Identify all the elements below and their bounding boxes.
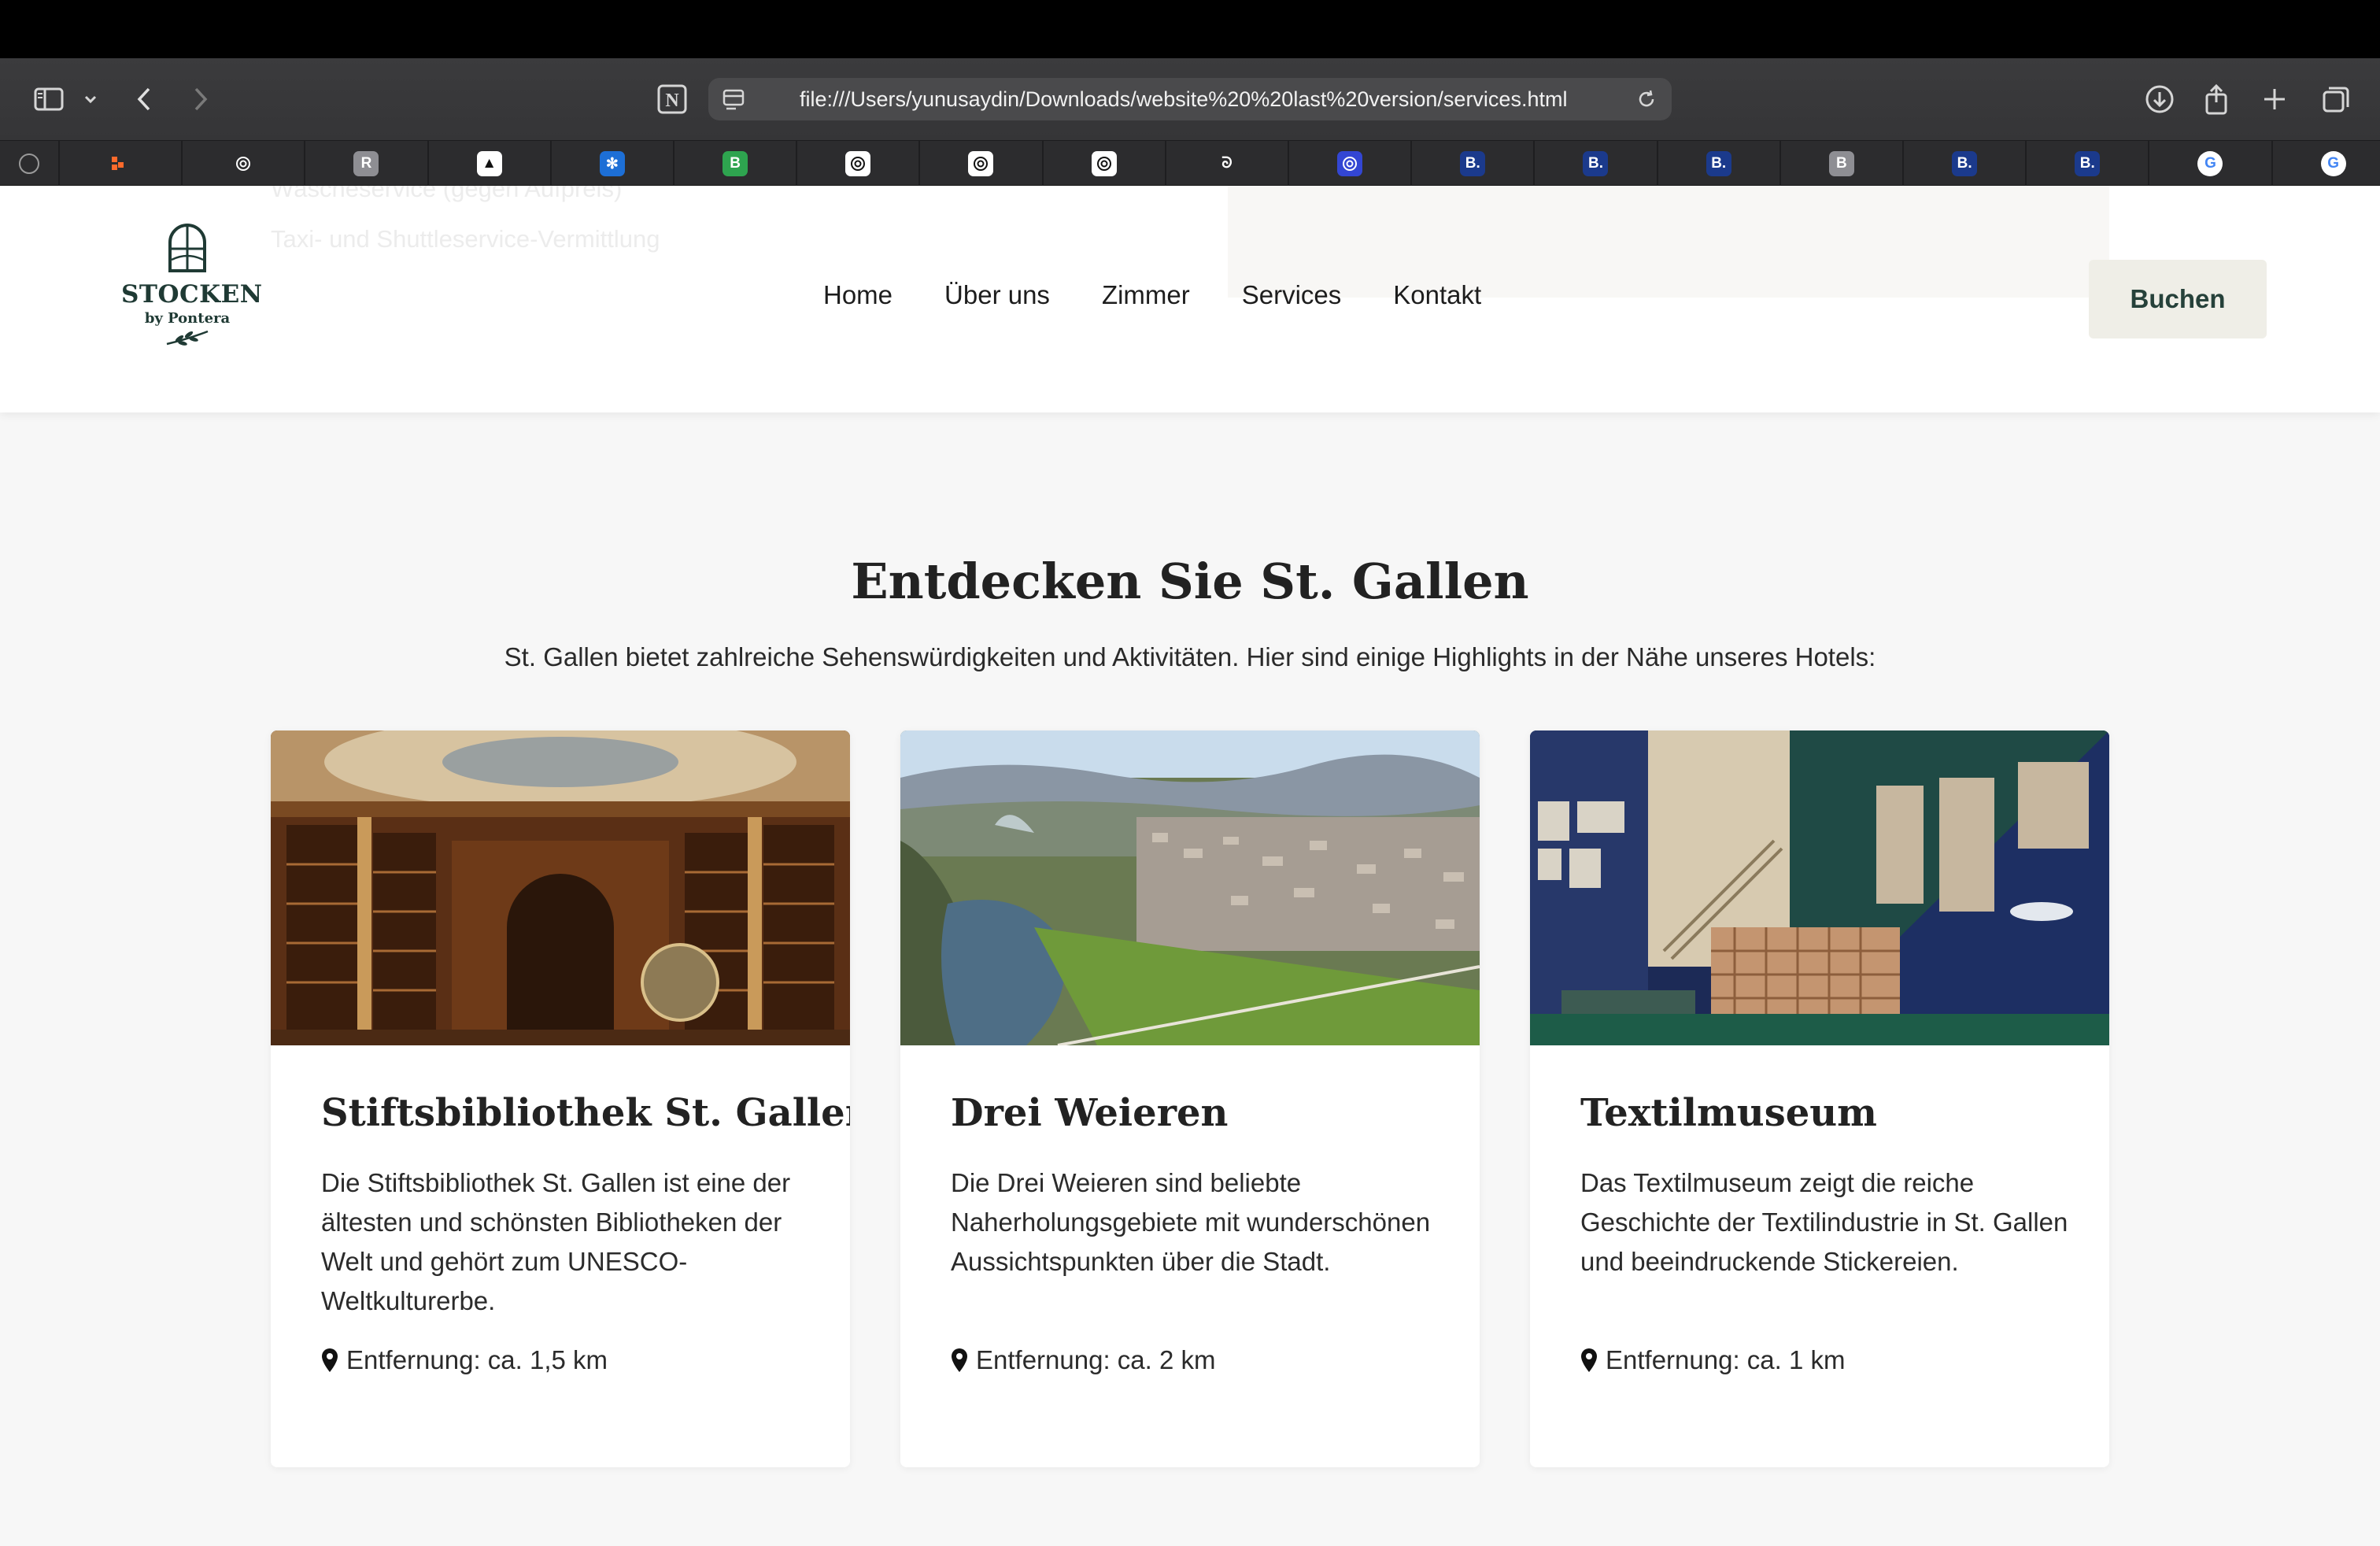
map-pin-icon	[322, 1348, 338, 1372]
background-list-item: Wäscheservice (gegen Aufpreis)	[271, 186, 623, 202]
new-tab-icon[interactable]	[2257, 80, 2292, 118]
window-logo-icon	[168, 224, 206, 272]
main-nav: Home Über uns Zimmer Services Kontakt	[823, 276, 1481, 315]
triangle-icon: ▲	[476, 151, 502, 176]
browser-tab[interactable]: ᘐ	[1164, 141, 1288, 187]
map-pin-icon	[952, 1348, 967, 1372]
r-letter-icon: R	[353, 151, 379, 176]
b-green-icon: B	[722, 151, 748, 176]
background-list-item: Taxi- und Shuttleservice-Vermittlung	[271, 225, 660, 253]
map-pin-icon	[1581, 1348, 1597, 1372]
tab-overview-icon[interactable]	[2317, 80, 2355, 118]
b-grey-icon: B	[1828, 151, 1854, 176]
distance-text: Entfernung: ca. 1,5 km	[346, 1345, 608, 1374]
booking-icon: B.	[2075, 151, 2101, 176]
web-page: Wäscheservice (gegen Aufpreis) Taxi- und…	[0, 186, 2380, 1546]
booking-icon: B.	[1952, 151, 1978, 176]
card-description: Die Drei Weieren sind beliebte Naherholu…	[951, 1168, 1431, 1276]
browser-tab[interactable]: R	[304, 141, 427, 187]
card-distance: Entfernung: ca. 2 km	[951, 1343, 1216, 1378]
browser-tab[interactable]: B	[673, 141, 796, 187]
browser-tab[interactable]: ▲	[427, 141, 550, 187]
back-arrow-icon[interactable]	[132, 80, 156, 118]
browser-tab[interactable]: B.	[2025, 141, 2148, 187]
svg-text:N: N	[665, 91, 679, 111]
card-title: Stiftsbibliothek St. Gallen	[321, 1091, 850, 1135]
chevron-down-icon[interactable]	[80, 80, 101, 118]
browser-tab[interactable]: ✻	[549, 141, 673, 187]
openai-icon	[1091, 151, 1117, 176]
browser-tab[interactable]	[1041, 141, 1165, 187]
nav-zimmer[interactable]: Zimmer	[1102, 276, 1190, 315]
openai-blue-icon	[1337, 151, 1363, 176]
booking-icon: B.	[1460, 151, 1486, 176]
page-menu-icon[interactable]	[718, 80, 749, 118]
browser-tab[interactable]: B.	[1656, 141, 1779, 187]
openai-icon	[968, 151, 994, 176]
browser-toolbar: N file:///Users/yunusaydin/Downloads/web…	[0, 58, 2380, 140]
card-title: Textilmuseum	[1580, 1091, 1877, 1135]
browser-tab[interactable]	[918, 141, 1041, 187]
orange-dots-icon	[108, 151, 134, 176]
browser-tab[interactable]	[181, 141, 304, 187]
compass-icon	[19, 153, 39, 174]
browser-tab[interactable]: B	[1779, 141, 1902, 187]
browser-tab[interactable]	[58, 141, 181, 187]
section-title: Entdecken Sie St. Gallen	[851, 553, 1529, 610]
browser-tab[interactable]: B.	[1533, 141, 1656, 187]
book-button[interactable]: Buchen	[2089, 260, 2267, 338]
download-icon[interactable]	[2141, 80, 2179, 118]
aerial-city-photo	[900, 730, 1480, 1045]
nav-services[interactable]: Services	[1242, 276, 1342, 315]
google-icon: G	[2197, 151, 2223, 176]
address-bar[interactable]: file:///Users/yunusaydin/Downloads/websi…	[708, 78, 1672, 120]
booking-icon: B.	[1706, 151, 1731, 176]
card-description: Das Textilmuseum zeigt die reiche Geschi…	[1580, 1168, 2068, 1276]
swirl-icon: ᘐ	[1214, 151, 1240, 176]
distance-text: Entfernung: ca. 2 km	[976, 1345, 1216, 1374]
card-distance: Entfernung: ca. 1 km	[1580, 1343, 1846, 1378]
browser-tab[interactable]: B.	[1902, 141, 2025, 187]
attraction-card: Drei Weieren Die Drei Weieren sind belie…	[900, 730, 1480, 1467]
logo-subtitle: by Pontera	[144, 310, 231, 327]
browser-tab[interactable]	[796, 141, 918, 187]
butterfly-icon: ✻	[599, 151, 625, 176]
nav-kontakt[interactable]: Kontakt	[1393, 276, 1481, 315]
url-text[interactable]: file:///Users/yunusaydin/Downloads/websi…	[800, 78, 1567, 120]
openai-icon	[845, 151, 871, 176]
attraction-card: Textilmuseum Das Textilmuseum zeigt die …	[1530, 730, 2109, 1467]
card-distance: Entfernung: ca. 1,5 km	[321, 1343, 608, 1378]
browser-tab[interactable]: B.	[1410, 141, 1533, 187]
card-description: Die Stiftsbibliothek St. Gallen ist eine…	[321, 1168, 791, 1315]
museum-photo	[1530, 730, 2109, 1045]
attraction-card: Stiftsbibliothek St. Gallen Die Stiftsbi…	[271, 730, 850, 1467]
google-icon: G	[2320, 151, 2346, 176]
browser-tab[interactable]: G	[2148, 141, 2271, 187]
distance-text: Entfernung: ca. 1 km	[1606, 1345, 1846, 1374]
nav-home[interactable]: Home	[823, 276, 893, 315]
openai-icon	[231, 151, 257, 176]
site-header: Wäscheservice (gegen Aufpreis) Taxi- und…	[0, 186, 2380, 412]
browser-tab[interactable]	[1288, 141, 1410, 187]
sidebar-toggle-icon[interactable]	[31, 80, 66, 118]
card-title: Drei Weieren	[951, 1091, 1229, 1135]
browser-tab[interactable]	[0, 141, 58, 187]
tab-bar: R ▲ ✻ B ᘐ B. B. B. B B. B. G G	[0, 140, 2380, 187]
reload-icon[interactable]	[1631, 80, 1662, 118]
library-photo	[271, 730, 850, 1045]
booking-icon: B.	[1583, 151, 1609, 176]
browser-tab[interactable]: G	[2271, 141, 2380, 187]
notion-icon[interactable]: N	[655, 80, 689, 118]
system-menubar	[0, 0, 2380, 58]
share-icon[interactable]	[2199, 80, 2234, 118]
site-logo[interactable]: STOCKEN by Pontera	[121, 220, 263, 370]
leaf-branch-icon	[166, 330, 209, 346]
logo-name: STOCKEN	[121, 280, 263, 309]
forward-arrow-icon[interactable]	[189, 80, 213, 118]
nav-ueber-uns[interactable]: Über uns	[944, 276, 1050, 315]
section-subtitle: St. Gallen bietet zahlreiche Sehenswürdi…	[504, 642, 1876, 671]
